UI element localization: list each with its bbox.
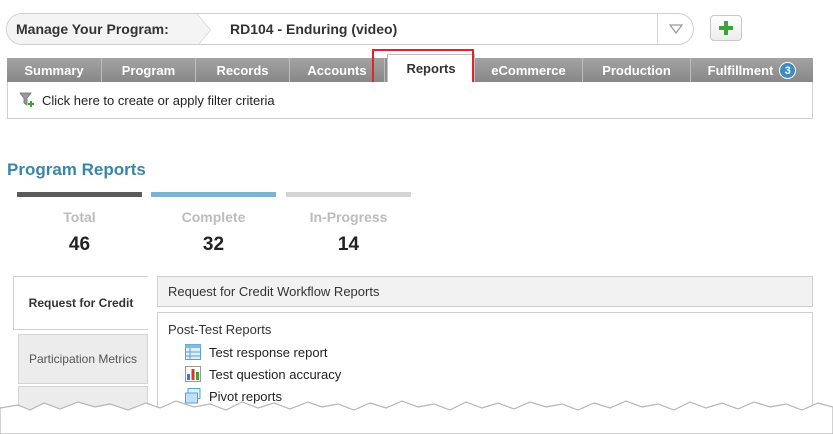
stat-in-progress: In-Progress 14 [286,192,411,256]
plus-icon [719,21,733,35]
torn-edge-decoration [0,400,833,434]
program-dropdown-button[interactable] [657,14,693,44]
report-link-test-question-accuracy[interactable]: Test question accuracy [185,366,341,382]
post-test-reports-title: Post-Test Reports [168,322,272,337]
report-link-test-response[interactable]: Test response report [185,344,328,360]
tab-program[interactable]: Program [102,58,196,82]
program-selector-label: Manage Your Program: [7,14,211,44]
page-title: Program Reports [7,160,146,179]
side-tab-participation-metrics[interactable]: Participation Metrics [18,334,148,384]
tab-records[interactable]: Records [196,58,290,82]
stat-complete-bar [151,192,276,197]
side-tab-request-for-credit[interactable]: Request for Credit [13,276,148,330]
fulfillment-count-badge: 3 [779,61,797,79]
stat-total-bar [17,192,142,197]
program-selector[interactable]: Manage Your Program: RD104 - Enduring (v… [6,13,694,45]
tab-fulfillment[interactable]: Fulfillment 3 [691,58,813,82]
stat-complete: Complete 32 [151,192,276,256]
workflow-reports-header: Request for Credit Workflow Reports [157,276,813,307]
filter-text: Click here to create or apply filter cri… [42,92,275,108]
stat-total: Total 46 [17,192,142,256]
table-icon [185,344,201,360]
stat-in-progress-bar [286,192,411,197]
tab-ecommerce[interactable]: eCommerce [475,58,583,82]
filter-add-icon [19,92,35,108]
add-program-button[interactable] [710,15,742,41]
program-selector-value[interactable]: RD104 - Enduring (video) [197,21,657,37]
tab-production[interactable]: Production [583,58,691,82]
bar-chart-icon [185,366,201,382]
tab-summary[interactable]: Summary [7,58,102,82]
tab-accounts[interactable]: Accounts [290,58,385,82]
chevron-down-icon [668,24,683,34]
filter-bar[interactable]: Click here to create or apply filter cri… [7,82,813,119]
